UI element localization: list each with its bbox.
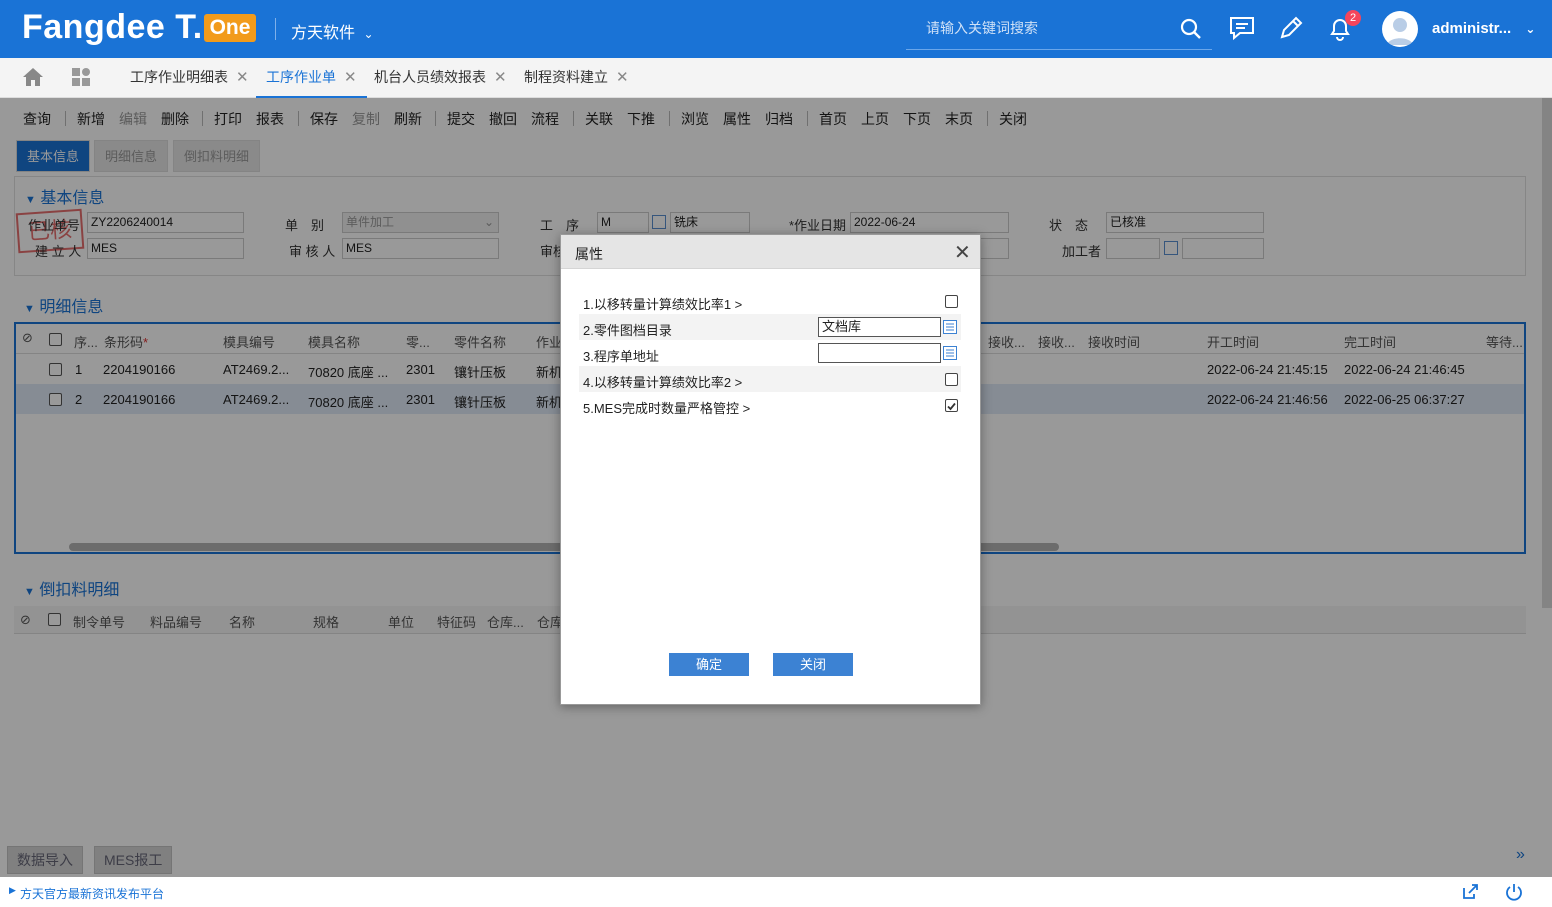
top-header: Fangdee T. One 方天软件 ⌄ 2 administr... ⌄ — [0, 0, 1552, 58]
property-label: 3.程序单地址 — [583, 349, 659, 364]
program-address-input[interactable] — [818, 343, 941, 363]
avatar[interactable] — [1382, 11, 1418, 47]
search-icon[interactable] — [1180, 18, 1202, 40]
dialog-title: 属性 — [575, 246, 603, 262]
news-link[interactable]: 方天官方最新资讯发布平台 — [20, 885, 164, 902]
apps-icon[interactable] — [71, 67, 93, 87]
tab-label: 工序作业明细表 — [130, 69, 228, 85]
tab-label: 工序作业单 — [266, 69, 336, 85]
property-label: 4.以移转量计算绩效比率2 > — [583, 375, 743, 390]
message-icon[interactable] — [1228, 14, 1256, 42]
chevron-down-icon: ⌄ — [1525, 22, 1536, 36]
tab-process-detail-report[interactable]: 工序作业明细表 ✕ — [130, 58, 249, 98]
share-icon[interactable] — [1461, 883, 1479, 901]
search-box — [906, 10, 1212, 50]
close-icon[interactable]: ✕ — [954, 240, 971, 265]
tab-label: 制程资料建立 — [524, 69, 608, 85]
triangle-right-icon: ▶ — [9, 885, 16, 895]
notification-badge: 2 — [1345, 10, 1361, 26]
logo-text: Fangdee T. — [22, 8, 203, 46]
tab-process-data-setup[interactable]: 制程资料建立 ✕ — [524, 58, 629, 98]
dialog-header: 属性 ✕ — [561, 235, 980, 269]
property-label: 5.MES完成时数量严格管控 > — [583, 401, 751, 416]
pencil-icon[interactable] — [1277, 14, 1305, 42]
power-icon[interactable] — [1505, 883, 1523, 901]
property-checkbox[interactable] — [945, 373, 958, 386]
property-checkbox[interactable] — [945, 399, 958, 412]
username[interactable]: administr... ⌄ — [1432, 20, 1535, 37]
dialog-close-button[interactable]: 关闭 — [773, 653, 853, 676]
property-row: 3.程序单地址 — [579, 340, 961, 366]
close-icon[interactable]: ✕ — [236, 69, 249, 86]
property-label: 2.零件图档目录 — [583, 323, 672, 338]
property-label: 1.以移转量计算绩效比率1 > — [583, 297, 743, 312]
company-name: 方天软件 — [291, 25, 356, 42]
lookup-icon[interactable] — [943, 320, 957, 334]
close-icon[interactable]: ✕ — [344, 69, 357, 86]
check-icon — [947, 402, 956, 411]
close-icon[interactable]: ✕ — [494, 69, 507, 86]
home-icon[interactable] — [22, 67, 44, 87]
property-row: 1.以移转量计算绩效比率1 > — [579, 288, 961, 314]
username-label: administr... — [1432, 20, 1512, 37]
logo-divider — [275, 18, 276, 40]
close-icon[interactable]: ✕ — [616, 69, 629, 86]
footer: ▶ 方天官方最新资讯发布平台 — [0, 877, 1552, 907]
lookup-icon[interactable] — [943, 346, 957, 360]
property-dialog: 属性 ✕ 1.以移转量计算绩效比率1 > 2.零件图档目录 文档库 3.程序单地… — [560, 234, 981, 705]
drawing-dir-input[interactable]: 文档库 — [818, 317, 941, 337]
tab-label: 机台人员绩效报表 — [374, 69, 486, 85]
logo-badge: One — [204, 14, 256, 42]
property-row: 4.以移转量计算绩效比率2 > — [579, 366, 961, 392]
chevron-down-icon: ⌄ — [363, 27, 374, 41]
user-icon — [1387, 18, 1413, 45]
tab-bar: 工序作业明细表 ✕ 工序作业单 ✕ 机台人员绩效报表 ✕ 制程资料建立 ✕ — [0, 58, 1552, 98]
tab-machine-performance-report[interactable]: 机台人员绩效报表 ✕ — [374, 58, 507, 98]
property-row: 5.MES完成时数量严格管控 > — [579, 392, 961, 418]
company-switcher[interactable]: 方天软件 ⌄ — [291, 19, 374, 43]
property-checkbox[interactable] — [945, 295, 958, 308]
search-input[interactable] — [926, 20, 1176, 36]
ok-button[interactable]: 确定 — [669, 653, 749, 676]
tab-process-work-order[interactable]: 工序作业单 ✕ — [256, 58, 367, 98]
property-row: 2.零件图档目录 文档库 — [579, 314, 961, 340]
